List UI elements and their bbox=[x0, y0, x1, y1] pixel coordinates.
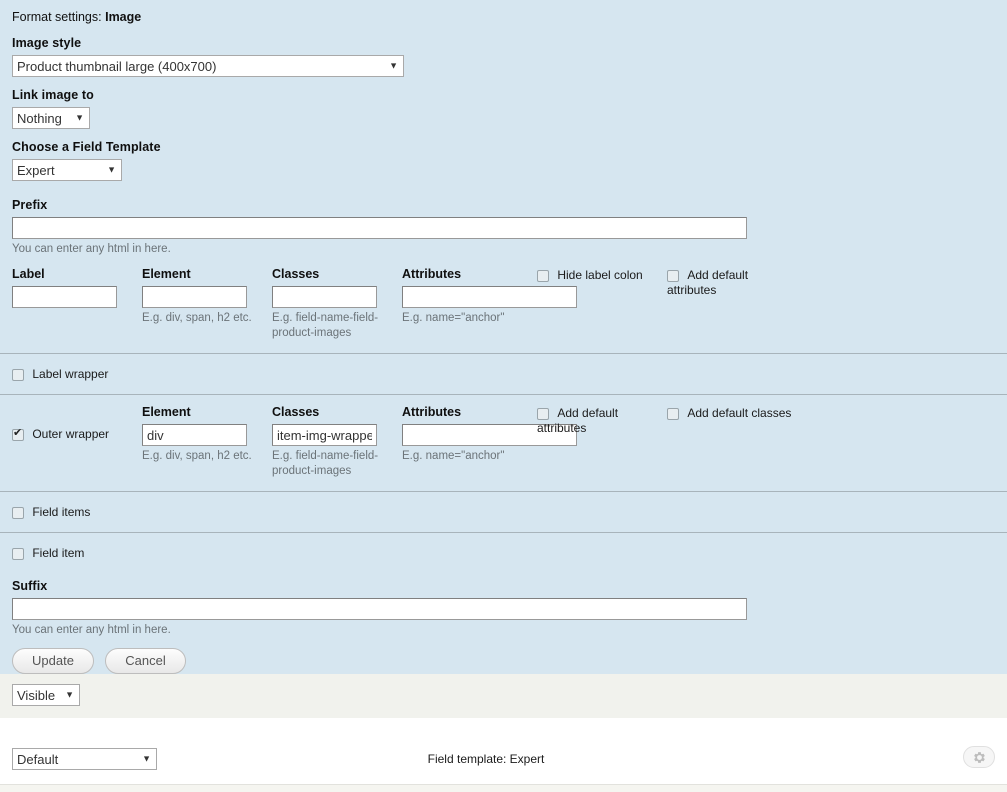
visibility-select-wrap[interactable]: Visible ▼ bbox=[12, 684, 80, 706]
hide-label-colon-column: Hide label colon bbox=[537, 267, 667, 283]
label-wrapper-checkbox[interactable] bbox=[12, 369, 24, 382]
format-settings-title-entity: Image bbox=[105, 10, 142, 24]
outer-add-default-attributes-checkbox[interactable] bbox=[537, 408, 549, 421]
suffix-group: Suffix You can enter any html in here. bbox=[0, 579, 1007, 637]
prefix-group: Prefix You can enter any html in here. bbox=[0, 198, 1007, 256]
format-settings-title: Format settings: Image bbox=[0, 0, 1007, 24]
outer-attributes-column: Attributes E.g. name="anchor" bbox=[402, 405, 577, 463]
label-attributes-input[interactable] bbox=[402, 286, 577, 309]
field-item-group[interactable]: Field item bbox=[12, 545, 142, 561]
format-select[interactable]: Default bbox=[12, 748, 157, 770]
outer-add-default-attributes-column: Add default attributes bbox=[537, 405, 667, 436]
outer-classes-input[interactable] bbox=[272, 424, 377, 447]
label-add-default-attributes-group[interactable]: Add default attributes bbox=[667, 268, 779, 298]
label-add-default-attributes-checkbox[interactable] bbox=[667, 270, 679, 283]
outer-add-default-classes-label: Add default classes bbox=[687, 406, 792, 421]
field-items-row: Field items bbox=[0, 492, 1007, 532]
form-actions: Update Cancel bbox=[0, 648, 1007, 675]
hide-label-colon-label: Hide label colon bbox=[557, 268, 643, 283]
outer-classes-column: Classes E.g. field-name-field-product-im… bbox=[272, 405, 402, 478]
image-style-select-wrap[interactable]: Product thumbnail large (400x700) ▼ bbox=[12, 55, 404, 77]
format-select-wrap[interactable]: Default ▼ bbox=[12, 748, 157, 770]
field-items-label: Field items bbox=[32, 504, 91, 519]
image-style-group: Image style Product thumbnail large (400… bbox=[0, 36, 1007, 77]
outer-wrapper-row: Outer wrapper Element E.g. div, span, h2… bbox=[0, 395, 1007, 478]
label-classes-help: E.g. field-name-field-product-images bbox=[272, 312, 379, 339]
label-attributes-heading: Attributes bbox=[402, 267, 462, 282]
outer-classes-help: E.g. field-name-field-product-images bbox=[272, 450, 379, 477]
outer-add-default-attributes-group[interactable]: Add default attributes bbox=[537, 406, 649, 436]
prefix-label: Prefix bbox=[12, 198, 48, 212]
prefix-description: You can enter any html in here. bbox=[12, 243, 171, 255]
formatter-summary: Field template: Expert bbox=[427, 752, 545, 766]
outer-wrapper-label: Outer wrapper bbox=[32, 427, 110, 442]
label-settings-row: Label Element E.g. div, span, h2 etc. Cl… bbox=[0, 267, 1007, 340]
cancel-button[interactable]: Cancel bbox=[105, 648, 186, 675]
link-image-to-label: Link image to bbox=[12, 88, 94, 102]
outer-element-help: E.g. div, span, h2 etc. bbox=[142, 450, 252, 463]
settings-edit-button[interactable] bbox=[963, 746, 995, 768]
label-classes-heading: Classes bbox=[272, 267, 320, 282]
label-input[interactable] bbox=[12, 286, 117, 309]
label-wrapper-label: Label wrapper bbox=[32, 367, 109, 382]
link-image-to-select-wrap[interactable]: Nothing ▼ bbox=[12, 107, 90, 129]
outer-wrapper-checkbox[interactable] bbox=[12, 427, 24, 442]
suffix-description: You can enter any html in here. bbox=[12, 623, 171, 636]
format-settings-panel: Format settings: Image Image style Produ… bbox=[0, 0, 1007, 675]
field-items-group[interactable]: Field items bbox=[12, 504, 142, 520]
label-column: Label bbox=[12, 267, 142, 309]
hide-label-colon-group[interactable]: Hide label colon bbox=[537, 268, 649, 283]
gear-icon bbox=[973, 751, 985, 763]
label-wrapper-row: Label wrapper bbox=[0, 354, 1007, 394]
outer-add-default-classes-group[interactable]: Add default classes bbox=[667, 406, 817, 421]
visibility-select[interactable]: Visible bbox=[12, 684, 80, 706]
label-heading: Label bbox=[12, 267, 45, 282]
update-button[interactable]: Update bbox=[12, 648, 94, 675]
suffix-input[interactable] bbox=[12, 597, 747, 620]
image-style-label: Image style bbox=[12, 36, 82, 50]
field-item-label: Field item bbox=[32, 545, 85, 560]
label-element-input[interactable] bbox=[142, 286, 247, 309]
outer-add-default-attributes-label: Add default attributes bbox=[537, 406, 619, 436]
label-attributes-help: E.g. name="anchor" bbox=[402, 312, 505, 325]
outer-element-column: Element E.g. div, span, h2 etc. bbox=[142, 405, 272, 463]
format-settings-title-prefix: Format settings: bbox=[12, 10, 106, 24]
link-image-to-select[interactable]: Nothing bbox=[12, 107, 90, 129]
label-element-column: Element E.g. div, span, h2 etc. bbox=[142, 267, 272, 325]
hide-label-colon-checkbox[interactable] bbox=[537, 270, 549, 283]
label-element-heading: Element bbox=[142, 267, 191, 282]
label-attributes-column: Attributes E.g. name="anchor" bbox=[402, 267, 577, 325]
prefix-input[interactable] bbox=[12, 217, 747, 239]
label-add-default-attributes-label: Add default attributes bbox=[667, 268, 749, 298]
field-item-checkbox[interactable] bbox=[12, 547, 24, 560]
link-image-to-group: Link image to Nothing ▼ bbox=[0, 88, 1007, 129]
label-classes-input[interactable] bbox=[272, 286, 377, 309]
outer-classes-heading: Classes bbox=[272, 405, 320, 420]
field-template-select[interactable]: Expert bbox=[12, 159, 122, 181]
field-template-label: Choose a Field Template bbox=[12, 140, 161, 154]
field-items-checkbox[interactable] bbox=[12, 506, 24, 519]
label-add-default-attributes-column: Add default attributes bbox=[667, 267, 827, 298]
outer-add-default-classes-checkbox[interactable] bbox=[667, 408, 679, 421]
formatter-footer-inner: Default ▼ Field template: Expert bbox=[0, 746, 1007, 770]
outer-add-default-classes-column: Add default classes bbox=[667, 405, 827, 421]
outer-wrapper-group[interactable]: Outer wrapper bbox=[12, 405, 142, 442]
outer-attributes-heading: Attributes bbox=[402, 405, 462, 420]
suffix-label: Suffix bbox=[12, 578, 48, 593]
label-element-help: E.g. div, span, h2 etc. bbox=[142, 312, 252, 325]
image-style-select[interactable]: Product thumbnail large (400x700) bbox=[12, 55, 404, 77]
bottom-strip bbox=[0, 785, 1007, 792]
outer-attributes-help: E.g. name="anchor" bbox=[402, 450, 505, 463]
visibility-band: Visible ▼ bbox=[0, 674, 1007, 718]
outer-element-heading: Element bbox=[142, 405, 191, 420]
field-template-group: Choose a Field Template Expert ▼ bbox=[0, 140, 1007, 181]
label-wrapper-group[interactable]: Label wrapper bbox=[12, 366, 142, 382]
outer-element-input[interactable] bbox=[142, 424, 247, 447]
field-item-row: Field item bbox=[0, 533, 1007, 573]
formatter-footer-row: Default ▼ Field template: Expert bbox=[0, 718, 1007, 792]
field-template-select-wrap[interactable]: Expert ▼ bbox=[12, 159, 122, 181]
label-classes-column: Classes E.g. field-name-field-product-im… bbox=[272, 267, 402, 340]
